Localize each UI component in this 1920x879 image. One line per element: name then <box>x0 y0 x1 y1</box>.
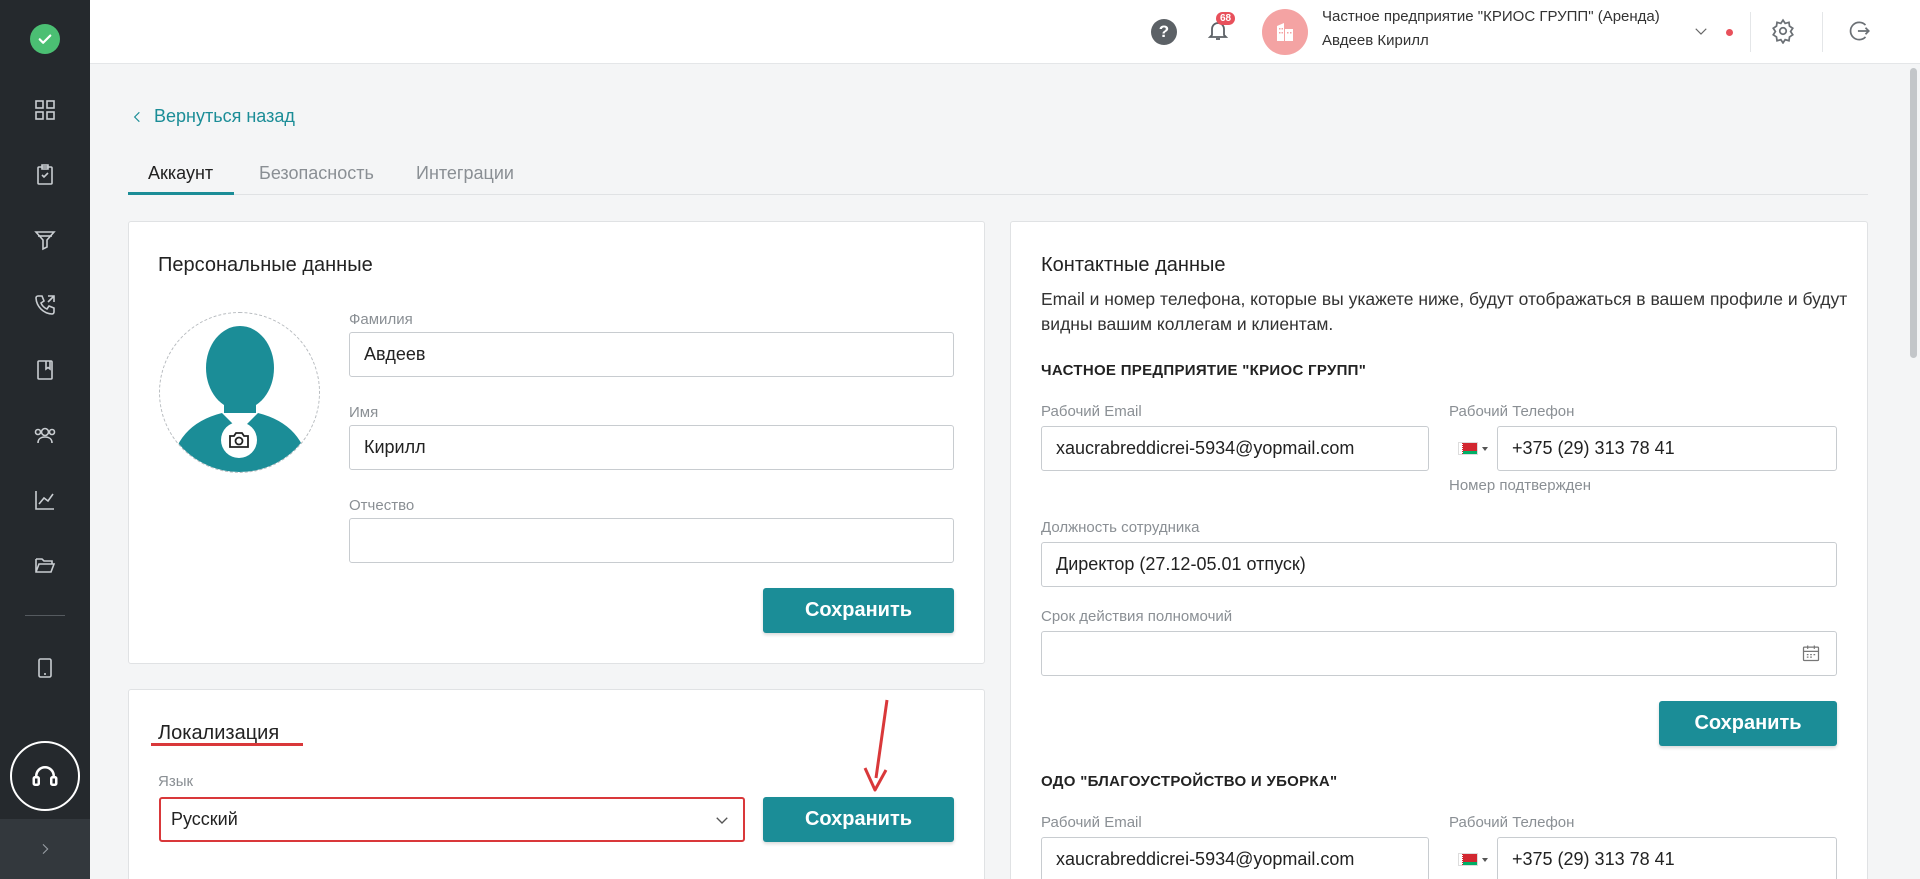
book-icon[interactable] <box>0 350 90 390</box>
documents-icon[interactable] <box>0 155 90 195</box>
logout-icon[interactable] <box>1846 18 1874 46</box>
work-phone-label: Рабочий Телефон <box>1449 403 1575 420</box>
gear-icon[interactable] <box>1770 18 1798 46</box>
dashboard-icon[interactable] <box>0 90 90 130</box>
header-divider <box>1750 12 1751 52</box>
tab-integrations[interactable]: Интеграции <box>416 163 514 184</box>
belarus-flag-icon <box>1458 442 1478 455</box>
chevron-right-icon <box>42 843 49 855</box>
header-divider <box>1822 12 1823 52</box>
sidebar <box>0 0 90 879</box>
first-name-label: Имя <box>349 404 379 421</box>
help-icon[interactable]: ? <box>1151 19 1177 45</box>
chevron-left-icon <box>133 111 140 122</box>
last-name-input[interactable]: Авдеев <box>349 332 954 377</box>
calendar-icon[interactable] <box>1801 643 1823 665</box>
position-label: Должность сотрудника <box>1041 519 1200 536</box>
language-value: Русский <box>171 809 238 829</box>
team-icon[interactable] <box>0 415 90 455</box>
status-dot <box>1726 29 1733 36</box>
tab-account[interactable]: Аккаунт <box>148 163 213 184</box>
highlight-underline <box>151 743 303 746</box>
authority-term-input[interactable] <box>1041 631 1837 676</box>
chart-icon[interactable] <box>0 480 90 520</box>
org-title: ОДО "БЛАГОУСТРОЙСТВО И УБОРКА" <box>1041 773 1338 790</box>
tablet-icon[interactable] <box>0 648 90 688</box>
funnel-icon[interactable] <box>0 220 90 260</box>
personal-data-title: Персональные данные <box>158 254 373 276</box>
language-label: Язык <box>158 773 194 790</box>
user-name[interactable]: Авдеев Кирилл <box>1322 32 1429 49</box>
caret-down-icon <box>1482 446 1488 451</box>
patronymic-input[interactable] <box>349 518 954 563</box>
contacts-title: Контактные данные <box>1041 254 1226 276</box>
company-avatar[interactable] <box>1262 9 1308 55</box>
calls-icon[interactable] <box>0 285 90 325</box>
building-icon <box>1277 23 1293 41</box>
work-phone-input[interactable]: +375 (29) 313 78 41 <box>1497 426 1837 471</box>
chevron-down-icon[interactable] <box>1692 22 1710 40</box>
authority-term-label: Срок действия полномочий <box>1041 608 1233 625</box>
work-email-label: Рабочий Email <box>1041 403 1142 420</box>
work-phone-label: Рабочий Телефон <box>1449 814 1575 831</box>
language-select[interactable]: Русский <box>159 797 745 842</box>
work-email-input[interactable]: xaucrabreddicrei-5934@yopmail.com <box>1041 426 1429 471</box>
sidebar-divider <box>25 615 65 616</box>
back-link-label: Вернуться назад <box>154 106 295 126</box>
country-code-select[interactable] <box>1458 853 1488 866</box>
active-tab-indicator <box>128 192 234 195</box>
save-personal-button[interactable]: Сохранить <box>763 588 954 633</box>
camera-icon[interactable] <box>221 422 257 458</box>
folder-icon[interactable] <box>0 545 90 585</box>
work-email-input[interactable]: xaucrabreddicrei-5934@yopmail.com <box>1041 837 1429 879</box>
tabs: Аккаунт Безопасность Интеграции <box>128 160 1868 195</box>
save-localization-button[interactable]: Сохранить <box>763 797 954 842</box>
sidebar-expand-button[interactable] <box>0 819 90 879</box>
save-contacts-button[interactable]: Сохранить <box>1659 701 1837 746</box>
contacts-description: Email и номер телефона, которые вы укаже… <box>1041 289 1848 334</box>
chevron-down-icon <box>716 816 728 824</box>
localization-title: Локализация <box>158 722 280 744</box>
page-scrollbar[interactable] <box>1906 64 1920 879</box>
back-link[interactable]: Вернуться назад <box>130 106 295 127</box>
first-name-input[interactable]: Кирилл <box>349 425 954 470</box>
scrollbar-thumb[interactable] <box>1910 68 1917 358</box>
last-name-label: Фамилия <box>349 311 413 328</box>
work-phone-input[interactable]: +375 (29) 313 78 41 <box>1497 837 1837 879</box>
notifications-badge: 68 <box>1216 12 1236 25</box>
phone-verified-status: Номер подтвержден <box>1449 477 1591 494</box>
work-email-label: Рабочий Email <box>1041 814 1142 831</box>
belarus-flag-icon <box>1458 853 1478 866</box>
org-title: ЧАСТНОЕ ПРЕДПРИЯТИЕ "КРИОС ГРУПП" <box>1041 362 1367 379</box>
tab-security[interactable]: Безопасность <box>259 163 374 184</box>
country-code-select[interactable] <box>1458 442 1488 455</box>
support-headset-icon[interactable] <box>10 741 80 811</box>
patronymic-label: Отчество <box>349 497 415 514</box>
caret-down-icon <box>1482 857 1488 862</box>
position-input[interactable]: Директор (27.12-05.01 отпуск) <box>1041 542 1837 587</box>
annotation-arrow <box>863 699 889 792</box>
logo-check-icon[interactable] <box>30 24 60 54</box>
company-name[interactable]: Частное предприятие "КРИОС ГРУПП" (Аренд… <box>1322 8 1660 25</box>
